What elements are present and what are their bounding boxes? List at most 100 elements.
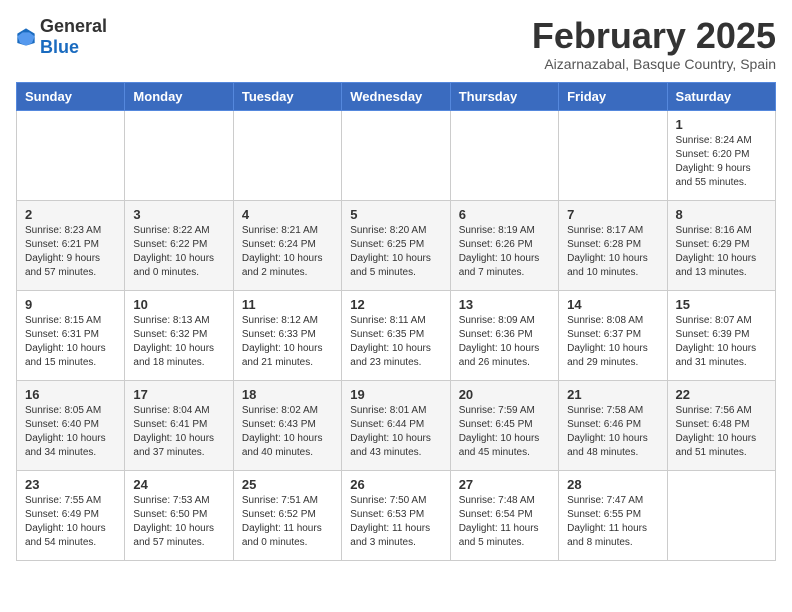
calendar-cell: 28 Sunrise: 7:47 AM Sunset: 6:55 PM Dayli…	[559, 470, 667, 560]
calendar-cell	[17, 110, 125, 200]
calendar-week-row: 9Sunrise: 8:15 AM Sunset: 6:31 PM Daylig…	[17, 290, 776, 380]
logo-blue: Blue	[40, 37, 79, 57]
day-number: 15	[676, 297, 767, 312]
day-number: 11	[242, 297, 333, 312]
weekday-header: Friday	[559, 82, 667, 110]
calendar-cell	[342, 110, 450, 200]
day-info: Sunrise: 8:13 AM Sunset: 6:32 PM Dayligh…	[133, 314, 224, 370]
day-info: Sunrise: 8:02 AM Sunset: 6:43 PM Dayligh…	[242, 404, 333, 460]
calendar-cell	[450, 110, 558, 200]
day-number: 27	[459, 477, 550, 492]
day-info: Sunrise: 7:48 AM Sunset: 6:54 PM Dayligh…	[459, 494, 550, 550]
day-number: 14	[567, 297, 658, 312]
day-number: 25	[242, 477, 333, 492]
day-info: Sunrise: 7:50 AM Sunset: 6:53 PM Dayligh…	[350, 494, 441, 550]
calendar-cell	[559, 110, 667, 200]
day-info: Sunrise: 7:58 AM Sunset: 6:46 PM Dayligh…	[567, 404, 658, 460]
day-number: 6	[459, 207, 550, 222]
day-info: Sunrise: 8:09 AM Sunset: 6:36 PM Dayligh…	[459, 314, 550, 370]
day-number: 16	[25, 387, 116, 402]
calendar-cell	[233, 110, 341, 200]
day-number: 21	[567, 387, 658, 402]
day-info: Sunrise: 8:21 AM Sunset: 6:24 PM Dayligh…	[242, 224, 333, 280]
day-info: Sunrise: 7:56 AM Sunset: 6:48 PM Dayligh…	[676, 404, 767, 460]
day-number: 10	[133, 297, 224, 312]
calendar-cell: 14 Sunrise: 8:08 AM Sunset: 6:37 PM Dayli…	[559, 290, 667, 380]
day-number: 28	[567, 477, 658, 492]
calendar-week-row: 23 Sunrise: 7:55 AM Sunset: 6:49 PM Dayli…	[17, 470, 776, 560]
calendar-cell: 7 Sunrise: 8:17 AM Sunset: 6:28 PM Daylig…	[559, 200, 667, 290]
weekday-header: Tuesday	[233, 82, 341, 110]
weekday-header: Wednesday	[342, 82, 450, 110]
day-info: Sunrise: 7:53 AM Sunset: 6:50 PM Dayligh…	[133, 494, 224, 550]
calendar-cell: 25Sunrise: 7:51 AM Sunset: 6:52 PM Dayli…	[233, 470, 341, 560]
day-info: Sunrise: 7:47 AM Sunset: 6:55 PM Dayligh…	[567, 494, 658, 550]
calendar-cell: 27 Sunrise: 7:48 AM Sunset: 6:54 PM Dayli…	[450, 470, 558, 560]
calendar-cell: 3 Sunrise: 8:22 AM Sunset: 6:22 PM Daylig…	[125, 200, 233, 290]
weekday-header: Saturday	[667, 82, 775, 110]
day-number: 3	[133, 207, 224, 222]
calendar-cell: 15 Sunrise: 8:07 AM Sunset: 6:39 PM Dayli…	[667, 290, 775, 380]
calendar-cell: 5Sunrise: 8:20 AM Sunset: 6:25 PM Daylig…	[342, 200, 450, 290]
day-info: Sunrise: 8:08 AM Sunset: 6:37 PM Dayligh…	[567, 314, 658, 370]
calendar-cell: 11 Sunrise: 8:12 AM Sunset: 6:33 PM Dayli…	[233, 290, 341, 380]
calendar-cell: 24 Sunrise: 7:53 AM Sunset: 6:50 PM Dayli…	[125, 470, 233, 560]
weekday-header: Monday	[125, 82, 233, 110]
day-info: Sunrise: 8:19 AM Sunset: 6:26 PM Dayligh…	[459, 224, 550, 280]
title-area: February 2025 Aizarnazabal, Basque Count…	[532, 16, 776, 72]
calendar-cell	[667, 470, 775, 560]
day-info: Sunrise: 8:16 AM Sunset: 6:29 PM Dayligh…	[676, 224, 767, 280]
day-info: Sunrise: 8:07 AM Sunset: 6:39 PM Dayligh…	[676, 314, 767, 370]
day-number: 12	[350, 297, 441, 312]
day-info: Sunrise: 8:05 AM Sunset: 6:40 PM Dayligh…	[25, 404, 116, 460]
day-number: 7	[567, 207, 658, 222]
day-number: 23	[25, 477, 116, 492]
day-info: Sunrise: 8:24 AM Sunset: 6:20 PM Dayligh…	[676, 134, 767, 190]
day-number: 19	[350, 387, 441, 402]
day-number: 13	[459, 297, 550, 312]
calendar-cell: 10 Sunrise: 8:13 AM Sunset: 6:32 PM Dayli…	[125, 290, 233, 380]
day-info: Sunrise: 8:15 AM Sunset: 6:31 PM Dayligh…	[25, 314, 116, 370]
day-info: Sunrise: 8:23 AM Sunset: 6:21 PM Dayligh…	[25, 224, 116, 280]
calendar-week-row: 16 Sunrise: 8:05 AM Sunset: 6:40 PM Dayli…	[17, 380, 776, 470]
day-number: 17	[133, 387, 224, 402]
day-info: Sunrise: 8:22 AM Sunset: 6:22 PM Dayligh…	[133, 224, 224, 280]
calendar-cell: 22 Sunrise: 7:56 AM Sunset: 6:48 PM Dayli…	[667, 380, 775, 470]
logo-icon	[16, 27, 36, 47]
calendar-cell: 19Sunrise: 8:01 AM Sunset: 6:44 PM Dayli…	[342, 380, 450, 470]
day-number: 22	[676, 387, 767, 402]
day-info: Sunrise: 8:20 AM Sunset: 6:25 PM Dayligh…	[350, 224, 441, 280]
day-info: Sunrise: 8:04 AM Sunset: 6:41 PM Dayligh…	[133, 404, 224, 460]
day-info: Sunrise: 7:55 AM Sunset: 6:49 PM Dayligh…	[25, 494, 116, 550]
calendar-cell: 4 Sunrise: 8:21 AM Sunset: 6:24 PM Daylig…	[233, 200, 341, 290]
calendar-cell: 8 Sunrise: 8:16 AM Sunset: 6:29 PM Daylig…	[667, 200, 775, 290]
day-number: 1	[676, 117, 767, 132]
day-info: Sunrise: 8:17 AM Sunset: 6:28 PM Dayligh…	[567, 224, 658, 280]
day-number: 26	[350, 477, 441, 492]
logo-general: General	[40, 16, 107, 36]
day-number: 4	[242, 207, 333, 222]
calendar-week-row: 1 Sunrise: 8:24 AM Sunset: 6:20 PM Daylig…	[17, 110, 776, 200]
weekday-header-row: SundayMondayTuesdayWednesdayThursdayFrid…	[17, 82, 776, 110]
calendar-week-row: 2 Sunrise: 8:23 AM Sunset: 6:21 PM Daylig…	[17, 200, 776, 290]
calendar-cell: 6 Sunrise: 8:19 AM Sunset: 6:26 PM Daylig…	[450, 200, 558, 290]
calendar-cell: 13 Sunrise: 8:09 AM Sunset: 6:36 PM Dayli…	[450, 290, 558, 380]
header: General Blue February 2025 Aizarnazabal,…	[16, 16, 776, 72]
calendar-subtitle: Aizarnazabal, Basque Country, Spain	[532, 56, 776, 72]
day-number: 8	[676, 207, 767, 222]
day-info: Sunrise: 7:59 AM Sunset: 6:45 PM Dayligh…	[459, 404, 550, 460]
calendar-cell: 26 Sunrise: 7:50 AM Sunset: 6:53 PM Dayli…	[342, 470, 450, 560]
calendar-table: SundayMondayTuesdayWednesdayThursdayFrid…	[16, 82, 776, 561]
calendar-cell	[125, 110, 233, 200]
day-info: Sunrise: 8:11 AM Sunset: 6:35 PM Dayligh…	[350, 314, 441, 370]
day-number: 2	[25, 207, 116, 222]
weekday-header: Sunday	[17, 82, 125, 110]
calendar-cell: 18Sunrise: 8:02 AM Sunset: 6:43 PM Dayli…	[233, 380, 341, 470]
calendar-cell: 1 Sunrise: 8:24 AM Sunset: 6:20 PM Daylig…	[667, 110, 775, 200]
calendar-cell: 21 Sunrise: 7:58 AM Sunset: 6:46 PM Dayli…	[559, 380, 667, 470]
day-info: Sunrise: 8:12 AM Sunset: 6:33 PM Dayligh…	[242, 314, 333, 370]
calendar-cell: 16 Sunrise: 8:05 AM Sunset: 6:40 PM Dayli…	[17, 380, 125, 470]
weekday-header: Thursday	[450, 82, 558, 110]
day-number: 24	[133, 477, 224, 492]
calendar-cell: 17 Sunrise: 8:04 AM Sunset: 6:41 PM Dayli…	[125, 380, 233, 470]
